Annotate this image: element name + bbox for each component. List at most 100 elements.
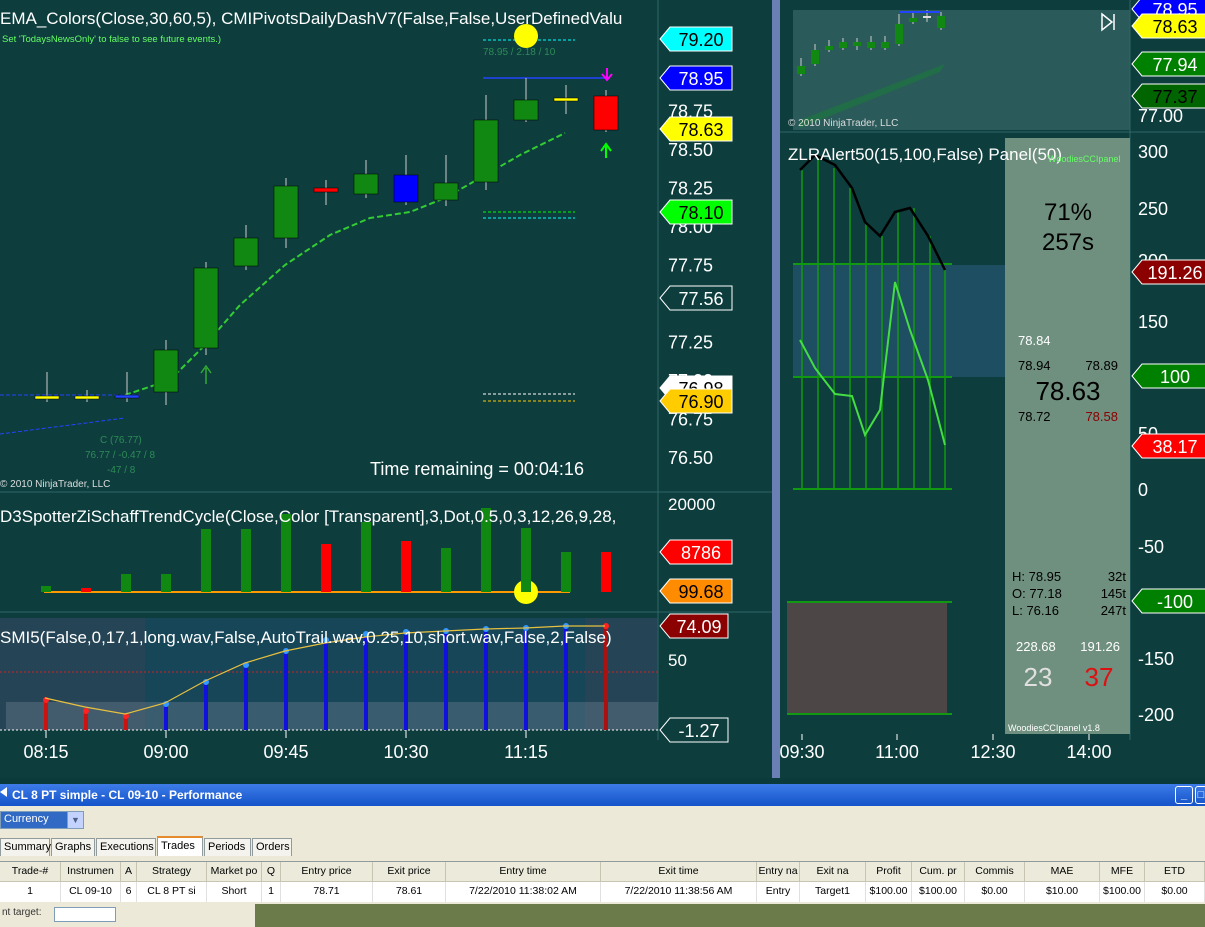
table-cell[interactable]: $100.00	[912, 882, 965, 902]
price-tick: 78.25	[668, 179, 713, 199]
candle-body	[393, 174, 419, 203]
price-badge-label: 77.37	[1152, 87, 1197, 107]
table-cell[interactable]: 1	[0, 882, 61, 902]
smi-bar	[244, 665, 248, 730]
table-cell[interactable]: 6	[121, 882, 137, 902]
column-header[interactable]: Exit na	[800, 862, 866, 882]
candle-body	[353, 173, 379, 195]
column-header[interactable]: Q	[262, 862, 281, 882]
price-badge-label: 78.63	[678, 120, 723, 140]
column-header[interactable]: Entry time	[446, 862, 601, 882]
right-time-tick: 14:00	[1066, 742, 1111, 762]
panel-price-right: 78.89	[1085, 358, 1118, 373]
schaff-bar	[241, 529, 251, 592]
performance-window[interactable]: CL 8 PT simple - CL 09-10 - Performance …	[0, 784, 1205, 927]
table-cell[interactable]: Short	[207, 882, 262, 902]
smi-lower-band	[6, 702, 658, 730]
column-header[interactable]: Trade-#	[0, 862, 61, 882]
candle-body	[193, 267, 219, 349]
tab-summary[interactable]: Summary	[0, 838, 51, 856]
price-badge-label: -100	[1157, 592, 1193, 612]
ema-line	[124, 132, 566, 396]
table-cell[interactable]: 78.71	[281, 882, 373, 902]
column-header[interactable]: Cum. pr	[912, 862, 965, 882]
column-header[interactable]: Market po	[207, 862, 262, 882]
column-header[interactable]: Entry price	[281, 862, 373, 882]
buy-arrow-icon-2	[200, 364, 212, 384]
table-cell[interactable]: Target1	[800, 882, 866, 902]
candle-body	[593, 95, 619, 131]
column-header[interactable]: MFE	[1100, 862, 1145, 882]
column-header[interactable]: ETD	[1145, 862, 1205, 882]
strategy-param-row: nt target:	[0, 904, 255, 927]
tab-trades[interactable]: Trades	[157, 836, 203, 856]
column-header[interactable]: Exit time	[601, 862, 757, 882]
table-cell[interactable]: $10.00	[1025, 882, 1100, 902]
price-tick: 77.25	[668, 333, 713, 353]
window-menu-icon[interactable]	[0, 787, 7, 797]
table-cell[interactable]: $0.00	[965, 882, 1025, 902]
left-chart-canvas[interactable]: 08:15 09:00 09:45 10:30 11:15 EMA_Colors(Clo…	[0, 0, 772, 778]
column-header[interactable]: Instrumen	[61, 862, 121, 882]
panel-price-left: 78.94	[1018, 358, 1051, 373]
table-cell[interactable]: 78.61	[373, 882, 446, 902]
table-cell[interactable]: 7/22/2010 11:38:56 AM	[601, 882, 757, 902]
table-cell[interactable]: CL 09-10	[61, 882, 121, 902]
schaff-bar	[201, 529, 211, 592]
price-panel-title: EMA_Colors(Close,30,60,5), CMIPivotsDail…	[0, 9, 622, 28]
candle-body	[473, 119, 499, 183]
price-badge-label: 99.68	[678, 582, 723, 602]
smi-bar	[204, 682, 208, 730]
price-badge-label: 191.26	[1147, 263, 1202, 283]
table-cell[interactable]: Entry	[757, 882, 800, 902]
panel-count-a: 23	[1024, 662, 1053, 692]
right-candle-body	[937, 16, 945, 28]
table-cell[interactable]: 1	[262, 882, 281, 902]
trades-table[interactable]: Trade-# 1 Instrumen CL 09-10 A 6 Strategy CL 8 …	[0, 861, 1205, 902]
column-header[interactable]: Entry na	[757, 862, 800, 882]
tab-executions[interactable]: Executions	[96, 838, 156, 856]
price-badge-label: 77.56	[678, 289, 723, 309]
column-header[interactable]: MAE	[1025, 862, 1100, 882]
left-chart-window[interactable]: 08:15 09:00 09:45 10:30 11:15 EMA_Colors(Clo…	[0, 0, 772, 778]
chevron-down-icon[interactable]: ▼	[67, 812, 83, 828]
table-cell[interactable]: $100.00	[1100, 882, 1145, 902]
minimize-icon[interactable]: _	[1175, 786, 1193, 804]
cci-tick: 0	[1138, 480, 1148, 500]
table-cell[interactable]: 7/22/2010 11:38:02 AM	[446, 882, 601, 902]
schaff-bar	[361, 522, 371, 592]
cci-line	[799, 153, 947, 271]
column-header[interactable]: Strategy	[137, 862, 207, 882]
tab-periods[interactable]: Periods	[204, 838, 251, 856]
table-cell[interactable]: $100.00	[866, 882, 912, 902]
right-chart-window[interactable]: © 2010 NinjaTrader, LLC ZLRAlert50(15,10…	[780, 0, 1205, 778]
woodies-header-note: WoodiesCCIpanel	[1048, 154, 1120, 164]
param-select[interactable]	[54, 907, 116, 922]
time-tick: 09:00	[143, 742, 188, 762]
column-header[interactable]: A	[121, 862, 137, 882]
schaff-bar	[601, 552, 611, 592]
maximize-icon[interactable]: □	[1195, 786, 1205, 804]
performance-title-bar[interactable]: CL 8 PT simple - CL 09-10 - Performance …	[0, 784, 1205, 806]
column-header[interactable]: Exit price	[373, 862, 446, 882]
right-price-tick: 77.00	[1138, 106, 1183, 126]
table-cell[interactable]: $0.00	[1145, 882, 1205, 902]
right-chart-canvas[interactable]: © 2010 NinjaTrader, LLC ZLRAlert50(15,10…	[780, 0, 1205, 778]
right-time-axis: 09:30 11:00 12:30 14:00	[780, 734, 1112, 762]
column-header[interactable]: Commis	[965, 862, 1025, 882]
buy-arrow-icon	[600, 142, 612, 158]
chart-splitter[interactable]	[772, 0, 780, 778]
candle-body	[313, 187, 339, 193]
panel-percent: 71%	[1044, 199, 1092, 226]
currency-select[interactable]: Currency ▼	[0, 811, 84, 829]
right-time-tick: 11:00	[875, 742, 919, 762]
candle-body	[513, 99, 539, 121]
price-badge-label: 74.09	[676, 617, 721, 637]
column-header[interactable]: Profit	[866, 862, 912, 882]
tab-graphs[interactable]: Graphs	[51, 838, 95, 856]
tab-orders[interactable]: Orders	[252, 838, 292, 856]
left-copyright: © 2010 NinjaTrader, LLC	[0, 479, 110, 490]
time-tick: 08:15	[23, 742, 68, 762]
table-cell[interactable]: CL 8 PT si	[137, 882, 207, 902]
price-badge-label: 100	[1160, 367, 1190, 387]
